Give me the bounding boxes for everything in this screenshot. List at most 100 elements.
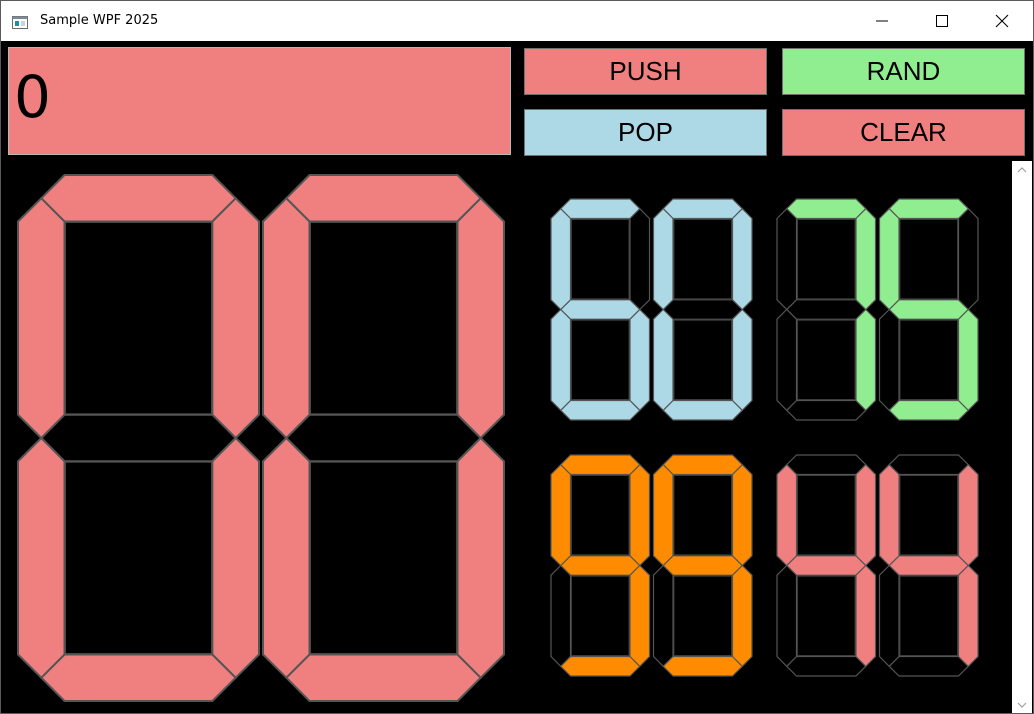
segment-a-on bbox=[888, 198, 969, 220]
segment-b-on bbox=[957, 464, 979, 567]
minimize-button[interactable] bbox=[859, 1, 905, 41]
segment-a-on bbox=[786, 198, 867, 220]
orange-seven-segment-display bbox=[550, 454, 753, 677]
segment-b-on bbox=[629, 464, 651, 567]
segment-e-on bbox=[652, 308, 674, 411]
segment-d-off bbox=[786, 655, 867, 677]
segment-f-on bbox=[652, 208, 674, 311]
segment-f-on bbox=[262, 197, 311, 439]
window-title: Sample WPF 2025 bbox=[40, 13, 159, 28]
segment-f-on bbox=[550, 208, 572, 311]
scroll-up-button[interactable] bbox=[1012, 161, 1032, 179]
value-display: 0 bbox=[8, 47, 511, 155]
segment-f-on bbox=[878, 208, 900, 311]
seven-segment-digit bbox=[550, 198, 651, 421]
segment-d-on bbox=[888, 399, 969, 421]
pink-seven-segment-display bbox=[776, 454, 979, 677]
segment-b-on bbox=[731, 208, 753, 311]
digit-cell-outline bbox=[673, 319, 733, 401]
segment-e-off bbox=[652, 564, 674, 667]
app-icon bbox=[12, 14, 28, 29]
segment-d-on bbox=[662, 399, 743, 421]
segment-b-on bbox=[855, 464, 877, 567]
pop-button[interactable]: POP bbox=[524, 109, 767, 156]
segment-d-off bbox=[888, 655, 969, 677]
seven-segment-digit bbox=[776, 454, 877, 677]
rand-button[interactable]: RAND bbox=[782, 48, 1025, 95]
seven-segment-digit bbox=[550, 454, 651, 677]
seven-segment-digit bbox=[776, 198, 877, 421]
seven-segment-digit bbox=[262, 174, 505, 702]
digit-cell-outline bbox=[570, 575, 630, 657]
segment-e-on bbox=[17, 437, 66, 679]
segment-c-on bbox=[957, 308, 979, 411]
segment-c-on bbox=[855, 564, 877, 667]
segment-c-on bbox=[456, 437, 505, 679]
digit-cell-outline bbox=[310, 222, 457, 415]
digit-cell-outline bbox=[899, 319, 959, 401]
digit-cell-outline bbox=[673, 218, 733, 300]
segment-b-on bbox=[456, 197, 505, 439]
segment-d-on bbox=[662, 655, 743, 677]
seven-segment-digit bbox=[878, 454, 979, 677]
segment-g-off bbox=[786, 299, 867, 320]
segment-a-off bbox=[786, 454, 867, 476]
segment-g-on bbox=[888, 299, 969, 320]
maximize-button[interactable] bbox=[919, 1, 965, 41]
segment-a-on bbox=[560, 454, 641, 476]
digit-cell-outline bbox=[570, 319, 630, 401]
segment-e-on bbox=[550, 308, 572, 411]
close-button[interactable] bbox=[979, 1, 1025, 41]
segment-g-on bbox=[888, 555, 969, 576]
clear-button[interactable]: CLEAR bbox=[782, 109, 1025, 156]
segment-e-off bbox=[776, 564, 798, 667]
maximize-icon bbox=[936, 15, 948, 27]
blue-seven-segment-display bbox=[550, 198, 753, 421]
segment-b-off bbox=[957, 208, 979, 311]
segment-a-on bbox=[285, 174, 482, 223]
seven-segment-digit bbox=[878, 198, 979, 421]
display-value: 0 bbox=[14, 63, 51, 131]
digit-cell-outline bbox=[65, 461, 212, 654]
segment-a-on bbox=[662, 454, 743, 476]
segment-d-on bbox=[40, 653, 237, 702]
segment-f-on bbox=[878, 464, 900, 567]
segment-d-on bbox=[285, 653, 482, 702]
digit-cell-outline bbox=[673, 575, 733, 657]
segment-b-on bbox=[855, 208, 877, 311]
segment-c-on bbox=[211, 437, 260, 679]
segment-g-off bbox=[662, 299, 743, 320]
segment-a-on bbox=[40, 174, 237, 223]
segment-c-on bbox=[957, 564, 979, 667]
segment-g-on bbox=[662, 555, 743, 576]
segment-e-on bbox=[262, 437, 311, 679]
segment-f-on bbox=[776, 464, 798, 567]
digit-cell-outline bbox=[673, 474, 733, 556]
minimize-icon bbox=[876, 20, 888, 22]
digit-cell-outline bbox=[570, 474, 630, 556]
segment-f-on bbox=[652, 464, 674, 567]
title-bar[interactable]: Sample WPF 2025 bbox=[1, 1, 1033, 41]
digit-cell-outline bbox=[796, 474, 856, 556]
app-window: Sample WPF 2025 0 PUSH RAND POP CLEAR bbox=[0, 0, 1034, 714]
digit-cell-outline bbox=[796, 575, 856, 657]
scroll-down-button[interactable] bbox=[1012, 696, 1032, 713]
segment-g-off bbox=[40, 413, 237, 463]
vertical-scrollbar[interactable] bbox=[1012, 161, 1032, 713]
main-seven-segment-display bbox=[17, 174, 505, 702]
segment-d-off bbox=[786, 399, 867, 421]
segment-f-off bbox=[776, 208, 798, 311]
segment-a-on bbox=[560, 198, 641, 220]
close-icon bbox=[995, 14, 1009, 28]
scroll-up-arrow-icon bbox=[1017, 167, 1027, 173]
segment-d-on bbox=[560, 655, 641, 677]
segment-e-off bbox=[878, 564, 900, 667]
digit-cell-outline bbox=[65, 222, 212, 415]
segment-a-off bbox=[888, 454, 969, 476]
digit-cell-outline bbox=[899, 575, 959, 657]
segment-g-on bbox=[560, 555, 641, 576]
digit-cell-outline bbox=[796, 218, 856, 300]
segment-b-on bbox=[211, 197, 260, 439]
seven-segment-digit bbox=[17, 174, 260, 702]
push-button[interactable]: PUSH bbox=[524, 48, 767, 95]
